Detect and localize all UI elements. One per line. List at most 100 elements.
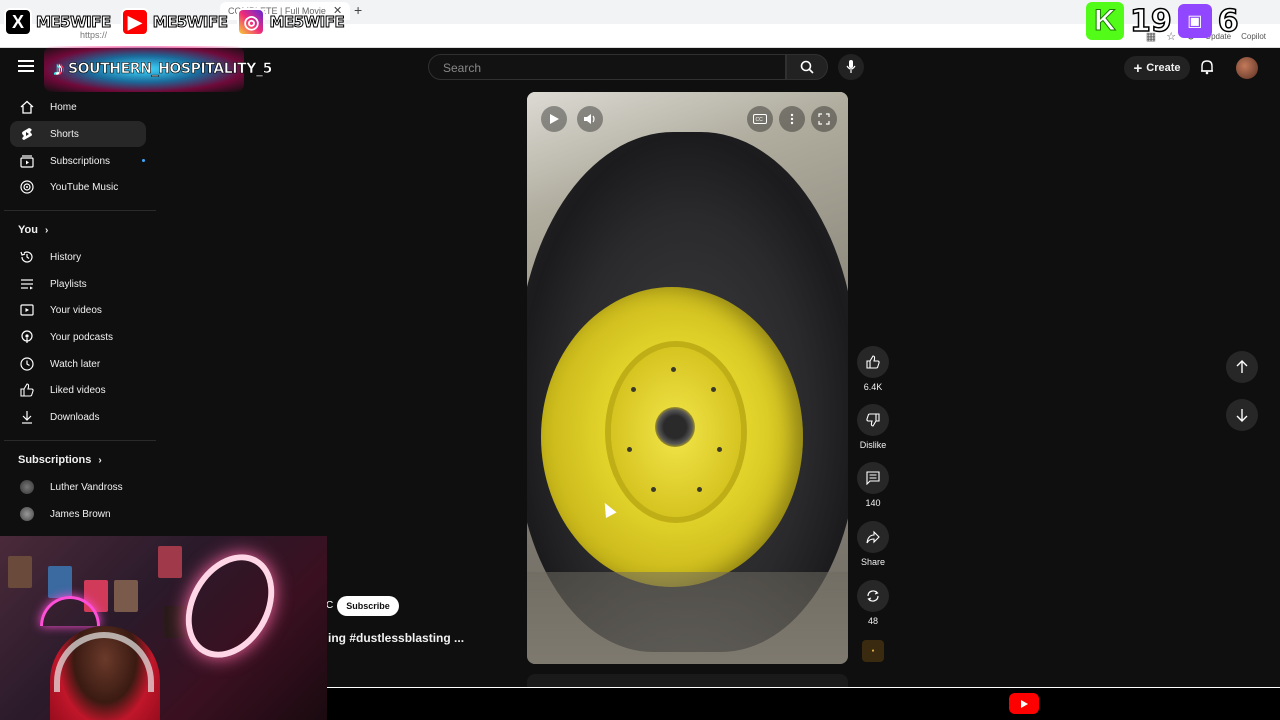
sidebar-item-label: Playlists bbox=[50, 278, 87, 290]
thumbs-down-icon bbox=[866, 413, 880, 427]
like-icon bbox=[20, 383, 34, 397]
sidebar-item-shorts[interactable]: Shorts bbox=[10, 121, 146, 147]
notifications-icon[interactable] bbox=[1200, 59, 1214, 80]
x-logo-icon: X bbox=[4, 8, 32, 36]
playlists-icon bbox=[20, 277, 34, 291]
home-icon bbox=[20, 100, 34, 114]
streamer-webcam bbox=[0, 536, 327, 720]
volume-icon bbox=[584, 114, 595, 124]
sidebar: Home Shorts Subscriptions YouTube Music … bbox=[0, 94, 160, 534]
sidebar-item-luther-vandross[interactable]: Luther Vandross bbox=[10, 474, 146, 500]
remix-icon bbox=[867, 590, 879, 602]
fullscreen-button[interactable] bbox=[811, 106, 837, 132]
sidebar-item-liked-videos[interactable]: Liked videos bbox=[10, 377, 146, 403]
share-button[interactable]: Share bbox=[856, 521, 890, 567]
sidebar-item-label: Downloads bbox=[50, 411, 100, 423]
sidebar-item-subscriptions[interactable]: Subscriptions bbox=[10, 148, 146, 174]
play-button[interactable] bbox=[541, 106, 567, 132]
voice-search-button[interactable] bbox=[838, 54, 864, 80]
ring-light bbox=[167, 538, 293, 674]
sidebar-item-downloads[interactable]: Downloads bbox=[10, 404, 146, 430]
kick-logo-icon: K bbox=[1086, 2, 1124, 40]
youtube-logo-icon: ▶ bbox=[120, 8, 149, 36]
sound-channel-thumbnail[interactable]: ● bbox=[862, 640, 884, 662]
video-frame-rim bbox=[541, 287, 803, 587]
taskbar bbox=[320, 687, 1280, 720]
instagram-handle: ME5WIFE bbox=[269, 13, 345, 32]
video-frame-ground bbox=[527, 572, 848, 664]
short-title[interactable]: ing #dustlessblasting ... bbox=[328, 631, 464, 645]
history-icon bbox=[20, 250, 34, 264]
create-label: Create bbox=[1146, 62, 1181, 74]
next-short-preview bbox=[527, 674, 848, 687]
sidebar-item-label: Watch later bbox=[50, 358, 101, 370]
podcasts-icon bbox=[20, 330, 34, 344]
search-input[interactable]: Search bbox=[428, 54, 786, 80]
captions-button[interactable]: CC bbox=[747, 106, 773, 132]
volume-button[interactable] bbox=[577, 106, 603, 132]
captions-icon: CC bbox=[753, 114, 767, 124]
comments-button[interactable]: 140 bbox=[856, 462, 890, 508]
sidebar-item-label: Home bbox=[50, 101, 77, 113]
remix-count: 48 bbox=[867, 616, 878, 626]
tiktok-logo-icon: ♪ bbox=[54, 58, 64, 80]
short-video-player[interactable]: CC bbox=[527, 92, 848, 664]
expand-icon bbox=[818, 113, 830, 125]
sidebar-item-label: History bbox=[50, 251, 82, 263]
subscribe-button[interactable]: Subscribe bbox=[337, 596, 399, 616]
tiktok-handle: SOUTHERN_HOSPITALITY_5 bbox=[68, 61, 273, 78]
sidebar-item-your-videos[interactable]: Your videos bbox=[10, 297, 146, 323]
like-button[interactable]: 6.4K bbox=[856, 346, 890, 392]
arrow-down-icon bbox=[1236, 409, 1248, 422]
sidebar-item-history[interactable]: History bbox=[10, 244, 146, 270]
video-frame-hub bbox=[655, 407, 695, 447]
remix-button[interactable]: 48 bbox=[856, 580, 890, 626]
comment-count: 140 bbox=[865, 498, 881, 508]
search-icon bbox=[800, 60, 814, 74]
menu-icon[interactable] bbox=[18, 60, 34, 74]
share-label: Share bbox=[860, 557, 886, 567]
avatar[interactable] bbox=[1236, 57, 1258, 79]
more-vertical-icon bbox=[790, 113, 794, 125]
download-icon bbox=[20, 410, 34, 424]
create-button[interactable]: + Create bbox=[1124, 56, 1190, 80]
sidebar-item-james-brown[interactable]: James Brown bbox=[10, 501, 146, 527]
music-icon bbox=[20, 180, 34, 194]
sidebar-item-youtube-music[interactable]: YouTube Music bbox=[10, 174, 146, 200]
like-count: 6.4K bbox=[863, 382, 883, 392]
previous-short-button[interactable] bbox=[1226, 351, 1258, 383]
sidebar-item-watch-later[interactable]: Watch later bbox=[10, 351, 146, 377]
shorts-icon bbox=[20, 127, 34, 141]
subscriptions-heading[interactable]: Subscriptions › bbox=[18, 454, 102, 466]
sidebar-item-playlists[interactable]: Playlists bbox=[10, 271, 146, 297]
search-button[interactable] bbox=[786, 54, 828, 80]
chevron-right-icon: › bbox=[98, 455, 102, 466]
channel-name[interactable]: C bbox=[326, 600, 333, 611]
share-icon bbox=[866, 530, 880, 544]
dislike-button[interactable]: Dislike bbox=[856, 404, 890, 450]
channel-avatar bbox=[20, 507, 34, 521]
sidebar-item-label: Subscriptions bbox=[50, 155, 111, 167]
next-short-button[interactable] bbox=[1226, 399, 1258, 431]
comment-icon bbox=[866, 471, 880, 485]
new-tab-icon[interactable]: + bbox=[354, 2, 362, 18]
sidebar-divider bbox=[4, 440, 156, 441]
tiktok-banner: ♪ SOUTHERN_HOSPITALITY_5 bbox=[44, 46, 273, 92]
more-options-button[interactable] bbox=[779, 106, 805, 132]
you-heading[interactable]: You › bbox=[18, 224, 48, 236]
sidebar-item-home[interactable]: Home bbox=[10, 94, 146, 120]
youtube-logo-icon[interactable] bbox=[1009, 693, 1039, 714]
plus-icon: + bbox=[1133, 59, 1143, 77]
copilot-button[interactable]: Copilot bbox=[1241, 32, 1266, 41]
sidebar-item-label: Liked videos bbox=[50, 384, 106, 396]
sidebar-item-label: Luther Vandross bbox=[50, 481, 123, 493]
arrow-up-icon bbox=[1236, 360, 1248, 373]
chevron-right-icon: › bbox=[45, 225, 49, 236]
instagram-logo-icon: ◎ bbox=[237, 8, 266, 36]
sidebar-item-label: James Brown bbox=[50, 508, 111, 520]
twitch-logo-icon: ▣ bbox=[1177, 4, 1212, 38]
x-handle: ME5WIFE bbox=[36, 13, 112, 32]
sidebar-item-label: Shorts bbox=[50, 128, 79, 140]
channel-avatar bbox=[20, 480, 34, 494]
sidebar-item-your-podcasts[interactable]: Your podcasts bbox=[10, 324, 146, 350]
